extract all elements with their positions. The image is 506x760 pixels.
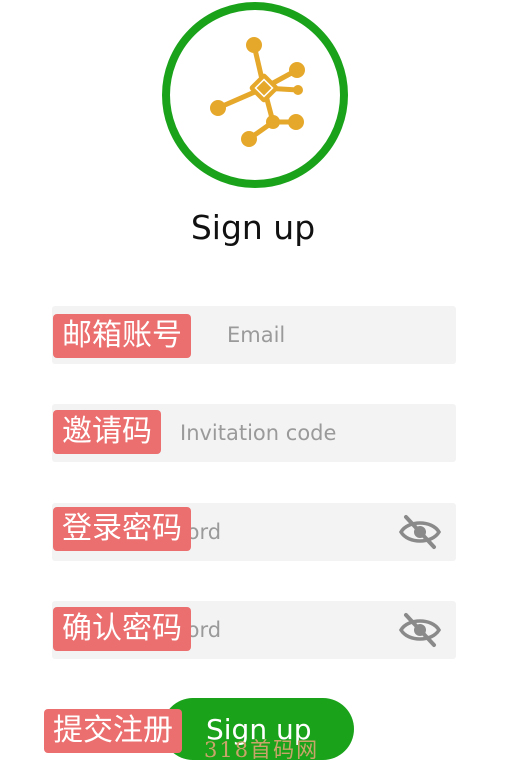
signup-screen: Sign up 邮箱账号 邀请码 登录密码 确认密码 Sign up 提交注册 …	[0, 0, 506, 760]
network-nodes-icon	[210, 37, 305, 147]
password-annotation: 登录密码	[53, 507, 191, 551]
eye-off-icon[interactable]	[398, 514, 442, 550]
invite-annotation: 邀请码	[53, 410, 161, 454]
app-logo	[162, 2, 348, 188]
watermark: 318首码网	[204, 738, 320, 760]
eye-off-icon[interactable]	[398, 612, 442, 648]
confirm-password-annotation: 确认密码	[53, 607, 191, 651]
submit-annotation: 提交注册	[44, 709, 182, 753]
page-title: Sign up	[190, 208, 316, 247]
email-annotation: 邮箱账号	[53, 314, 191, 358]
